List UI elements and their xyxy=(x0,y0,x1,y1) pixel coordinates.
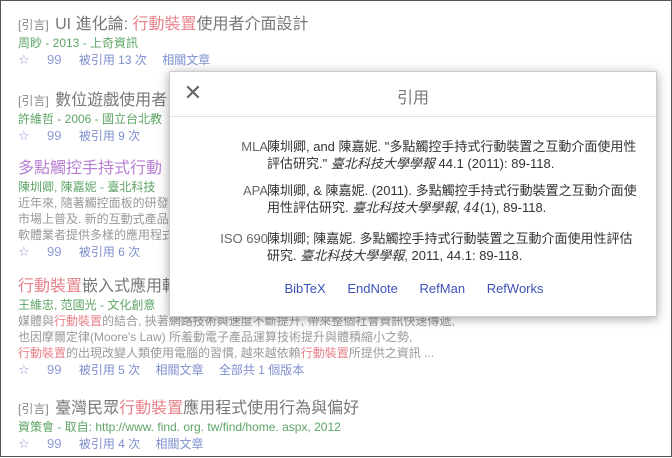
cite-text-apa[interactable]: 陳圳卿, & 陳嘉妮. (2011). 多點觸控手持式行動裝置之互動介面使用性評… xyxy=(267,182,637,217)
quote-icon[interactable]: 99 xyxy=(47,52,61,67)
star-icon[interactable]: ☆ xyxy=(18,436,30,451)
export-format-links: BibTeX EndNote RefMan RefWorks xyxy=(170,281,658,296)
cited-by-link[interactable]: 被引用 4 次 xyxy=(79,437,140,451)
refman-link[interactable]: RefMan xyxy=(420,281,466,296)
star-icon[interactable]: ☆ xyxy=(18,362,30,377)
result-actions: ☆ 99 被引用 5 次 相關文章 全部共 1 個版本 xyxy=(18,361,658,379)
result-snippet: 也因摩爾定律(Moore's Law) 所羞動電子產品運算技術提升與體積縮小之勢… xyxy=(18,330,413,344)
cite-dialog-header: ✕ 引用 xyxy=(170,72,656,117)
result-title[interactable]: [引言] 臺灣民眾行動裝置應用程式使用行為與偏好 xyxy=(18,399,658,419)
result-actions: ☆ 99 被引用 13 次 相關文章 xyxy=(18,51,658,69)
citation-tag: [引言] xyxy=(18,18,49,32)
cite-dialog-title: 引用 xyxy=(396,90,429,107)
result-meta: 周眇 - 2013 - 上奇資訊 xyxy=(18,36,139,50)
related-articles-link[interactable]: 相關文章 xyxy=(162,53,210,67)
result-title[interactable]: [引言] UI 進化論: 行動裝置使用者介面設計 xyxy=(18,15,658,35)
cited-by-link[interactable]: 被引用 9 次 xyxy=(79,129,140,143)
result-item: [引言] UI 進化論: 行動裝置使用者介面設計 周眇 - 2013 - 上奇資… xyxy=(18,15,658,69)
cited-by-link[interactable]: 被引用 13 次 xyxy=(79,53,147,67)
quote-icon[interactable]: 99 xyxy=(47,244,61,259)
cite-style-label: MLA xyxy=(241,139,268,154)
related-articles-link[interactable]: 相關文章 xyxy=(156,363,204,377)
cite-text-iso[interactable]: 陳圳卿; 陳嘉妮. 多點觸控手持式行動裝置之互動介面使用性評估研究. 臺北科技大… xyxy=(267,230,637,265)
refworks-link[interactable]: RefWorks xyxy=(487,281,544,296)
search-results-page: [引言] UI 進化論: 行動裝置使用者介面設計 周眇 - 2013 - 上奇資… xyxy=(1,1,672,458)
citation-tag: [引言] xyxy=(18,94,49,108)
quote-icon[interactable]: 99 xyxy=(47,436,61,451)
quote-icon[interactable]: 99 xyxy=(47,128,61,143)
related-articles-link[interactable]: 相關文章 xyxy=(156,437,204,451)
star-icon[interactable]: ☆ xyxy=(18,52,30,67)
cite-dialog: ✕ 引用 MLA 陳圳卿, and 陳嘉妮. "多點觸控手持式行動裝置之互動介面… xyxy=(169,71,657,317)
cite-text-mla[interactable]: 陳圳卿, and 陳嘉妮. "多點觸控手持式行動裝置之互動介面使用性評估研究."… xyxy=(267,138,637,173)
cited-by-link[interactable]: 被引用 6 次 xyxy=(79,245,140,259)
quote-icon[interactable]: 99 xyxy=(47,362,61,377)
endnote-link[interactable]: EndNote xyxy=(347,281,398,296)
star-icon[interactable]: ☆ xyxy=(18,128,30,143)
star-icon[interactable]: ☆ xyxy=(18,244,30,259)
result-actions: ☆ 99 被引用 4 次 相關文章 xyxy=(18,435,658,453)
result-item: [引言] 臺灣民眾行動裝置應用程式使用行為與偏好 資策會 - 取自: http:… xyxy=(18,399,658,453)
bibtex-link[interactable]: BibTeX xyxy=(284,281,325,296)
result-snippet: 行動裝置的出現改變人類使用電腦的習慣, 越來越依賴行動裝置所提供之資訊 ... xyxy=(18,346,435,360)
citation-tag: [引言] xyxy=(18,402,49,416)
result-meta: 資策會 - 取自: http://www. find. org. tw/find… xyxy=(18,420,341,434)
cite-style-label: ISO 690 xyxy=(220,231,268,246)
cited-by-link[interactable]: 被引用 5 次 xyxy=(79,363,140,377)
all-versions-link[interactable]: 全部共 1 個版本 xyxy=(219,363,304,377)
cite-style-label: APA xyxy=(242,183,268,198)
